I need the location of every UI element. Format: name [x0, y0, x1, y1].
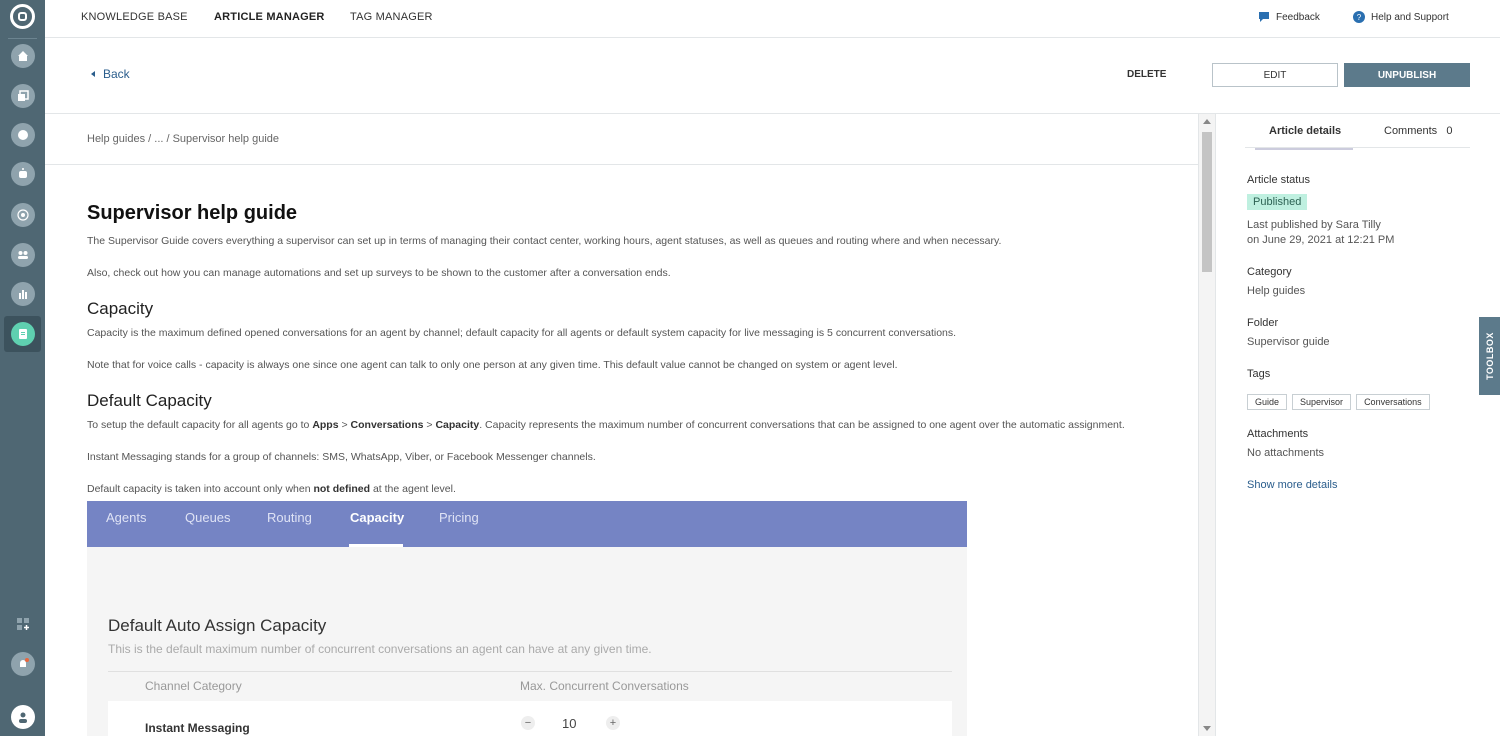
tag-chip[interactable]: Conversations — [1356, 394, 1430, 410]
article-icon[interactable] — [11, 322, 35, 346]
app-logo-icon[interactable] — [10, 4, 35, 29]
screenshot-subtitle: This is the default maximum number of co… — [108, 642, 652, 656]
top-navigation: KNOWLEDGE BASE ARTICLE MANAGER TAG MANAG… — [45, 0, 1500, 38]
screenshot-tab-capacity: Capacity — [350, 510, 405, 525]
edit-button[interactable]: EDIT — [1212, 63, 1338, 87]
user-avatar-icon[interactable] — [11, 705, 35, 729]
screenshot-active-tab-underline — [349, 544, 403, 547]
article-content: Supervisor help guide The Supervisor Gui… — [87, 202, 1167, 515]
intro-paragraph-1: The Supervisor Guide covers everything a… — [87, 235, 1002, 247]
screenshot-col-max: Max. Concurrent Conversations — [520, 679, 689, 693]
show-more-details-link[interactable]: Show more details — [1247, 479, 1477, 491]
screenshot-tab-bar: Agents Queues Routing Capacity Pricing — [87, 501, 967, 547]
rail-divider — [8, 38, 37, 39]
breadcrumb-divider — [45, 164, 1198, 165]
status-badge: Published — [1247, 194, 1308, 210]
folder-group: Folder Supervisor guide — [1247, 317, 1477, 350]
screenshot-tab-pricing: Pricing — [439, 510, 479, 525]
screenshot-title: Default Auto Assign Capacity — [108, 616, 327, 635]
folder-value: Supervisor guide — [1247, 336, 1330, 348]
back-link[interactable]: Back — [91, 67, 130, 81]
article-title: Supervisor help guide — [87, 202, 298, 224]
folder-label: Folder — [1247, 317, 1279, 329]
intro-paragraph-2: Also, check out how you can manage autom… — [87, 267, 671, 279]
tab-knowledge-base[interactable]: KNOWLEDGE BASE — [81, 11, 188, 23]
tab-article-details[interactable]: Article details — [1254, 125, 1354, 150]
article-details-panel: Article details Comments 0 Article statu… — [1215, 114, 1500, 736]
left-rail — [0, 0, 45, 736]
attachments-group: Attachments No attachments — [1247, 428, 1477, 461]
tags-label: Tags — [1247, 368, 1271, 380]
tag-chip[interactable]: Supervisor — [1292, 394, 1352, 410]
comments-count: 0 — [1446, 125, 1453, 137]
tab-tag-manager[interactable]: TAG MANAGER — [350, 11, 433, 23]
screenshot-col-channel: Channel Category — [145, 679, 242, 693]
screenshot-row: Instant Messaging − 10 + — [108, 701, 952, 736]
scroll-down-icon[interactable] — [1203, 726, 1211, 731]
chat-icon[interactable] — [11, 123, 35, 147]
bell-icon[interactable] — [11, 652, 35, 676]
heading-default-capacity: Default Capacity — [87, 391, 212, 410]
copy-icon[interactable] — [11, 84, 35, 108]
screenshot-tab-queues: Queues — [185, 510, 231, 525]
minus-icon: − — [521, 716, 535, 730]
tag-chip[interactable]: Guide — [1247, 394, 1288, 410]
toolbox-label: TOOLBOX — [1484, 332, 1495, 380]
network-icon[interactable] — [11, 203, 35, 227]
feedback-icon — [1259, 12, 1269, 22]
default-capacity-paragraph-3: Default capacity is taken into account o… — [87, 483, 456, 495]
attachments-label: Attachments — [1247, 428, 1309, 440]
article-scrollbar[interactable] — [1198, 114, 1215, 736]
apps-add-icon[interactable] — [11, 612, 35, 636]
screenshot-row-label: Instant Messaging — [145, 721, 250, 735]
screenshot-tab-routing: Routing — [267, 510, 312, 525]
panel-tabs: Article details Comments 0 — [1245, 114, 1470, 150]
screenshot-row-value: 10 — [562, 716, 577, 731]
status-label: Article status — [1247, 174, 1310, 186]
chart-icon[interactable] — [11, 282, 35, 306]
action-bar: Back DELETE EDIT UNPUBLISH — [45, 38, 1500, 114]
plus-icon: + — [606, 716, 620, 730]
screenshot-tab-agents: Agents — [106, 510, 147, 525]
help-support-link[interactable]: ? Help and Support — [1353, 11, 1449, 23]
heading-capacity: Capacity — [87, 299, 154, 318]
embedded-screenshot: Agents Queues Routing Capacity Pricing D… — [87, 501, 967, 736]
help-label: Help and Support — [1371, 11, 1449, 23]
scroll-thumb[interactable] — [1202, 132, 1212, 272]
back-arrow-icon — [91, 71, 95, 77]
category-value: Help guides — [1247, 285, 1306, 297]
help-icon: ? — [1353, 11, 1365, 23]
published-by: Last published by Sara Tilly — [1247, 219, 1381, 231]
people-icon[interactable] — [11, 243, 35, 267]
tab-comments[interactable]: Comments 0 — [1384, 125, 1452, 137]
breadcrumb[interactable]: Help guides / ... / Supervisor help guid… — [87, 133, 279, 145]
feedback-label: Feedback — [1276, 11, 1320, 23]
toolbox-tab[interactable]: TOOLBOX — [1479, 317, 1500, 395]
bot-icon[interactable] — [11, 162, 35, 186]
unpublish-button[interactable]: UNPUBLISH — [1344, 63, 1470, 87]
screenshot-divider — [108, 671, 952, 672]
home-icon[interactable] — [11, 44, 35, 68]
tags-list: Guide Supervisor Conversations — [1247, 394, 1477, 410]
status-group: Article status Published Last published … — [1247, 174, 1477, 248]
category-group: Category Help guides — [1247, 266, 1477, 299]
article-view: Help guides / ... / Supervisor help guid… — [45, 114, 1198, 736]
tab-article-manager[interactable]: ARTICLE MANAGER — [214, 11, 325, 23]
delete-button[interactable]: DELETE — [1127, 69, 1166, 80]
default-capacity-paragraph-1: To setup the default capacity for all ag… — [87, 419, 1125, 431]
default-capacity-paragraph-2: Instant Messaging stands for a group of … — [87, 451, 596, 463]
category-label: Category — [1247, 266, 1292, 278]
published-on: on June 29, 2021 at 12:21 PM — [1247, 234, 1395, 246]
tags-group: Tags Guide Supervisor Conversations — [1247, 368, 1477, 410]
svg-text:?: ? — [1357, 13, 1362, 22]
back-label: Back — [103, 67, 130, 81]
feedback-link[interactable]: Feedback — [1258, 11, 1320, 23]
panel-body: Article status Published Last published … — [1247, 174, 1477, 491]
capacity-paragraph-2: Note that for voice calls - capacity is … — [87, 359, 898, 371]
scroll-up-icon[interactable] — [1203, 119, 1211, 124]
capacity-paragraph-1: Capacity is the maximum defined opened c… — [87, 327, 957, 339]
attachments-value: No attachments — [1247, 447, 1325, 459]
